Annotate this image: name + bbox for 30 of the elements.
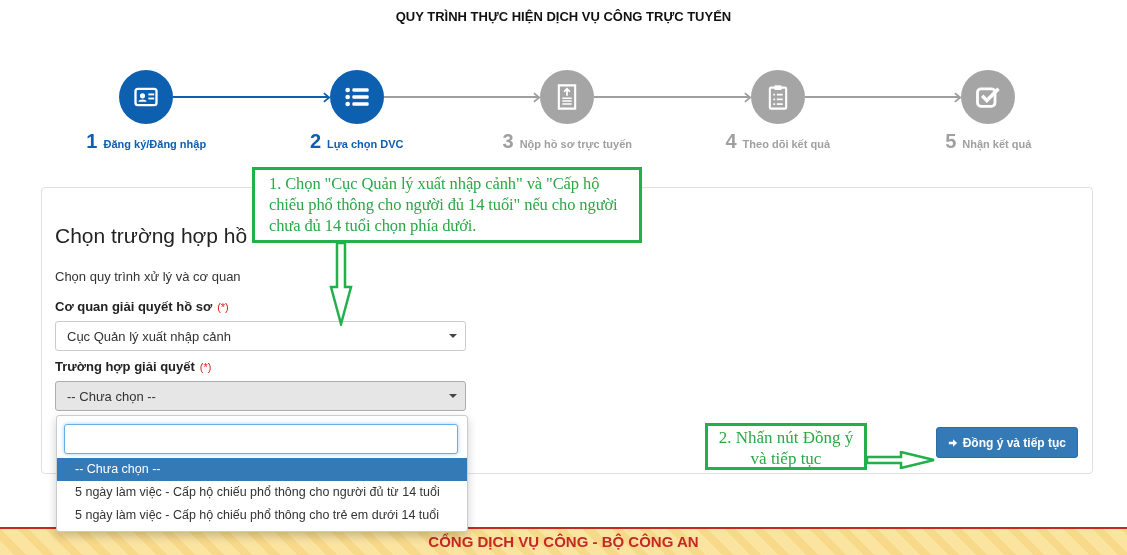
submit-button[interactable]: Đồng ý và tiếp tục xyxy=(935,427,1078,458)
select-field[interactable]: Cục Quản lý xuất nhập cảnh xyxy=(55,321,466,351)
step-circle[interactable] xyxy=(119,70,173,124)
required-mark: (*) xyxy=(217,301,229,313)
dropdown-option[interactable]: 5 ngày làm việc - Cấp hộ chiếu phổ thông cho người đủ từ 14 tuổi xyxy=(57,481,467,504)
field-label: Trường hợp giải quyết xyxy=(55,359,195,374)
dropdown-option[interactable]: -- Chưa chọn -- xyxy=(57,458,467,481)
step-number: 3 xyxy=(502,130,514,153)
step-circle[interactable] xyxy=(329,70,384,124)
required-mark: (*) xyxy=(199,361,212,373)
step-label[interactable]: Đăng ký/Đăng nhập xyxy=(103,138,207,150)
right-arrow xyxy=(866,451,936,469)
form-heading: Chọn trường hợp hồ xyxy=(55,223,248,249)
field-label: Cơ quan giải quyết hồ sơ xyxy=(55,299,213,314)
search-field[interactable] xyxy=(64,424,458,454)
step-number: 2 xyxy=(309,130,322,153)
step-number: 4 xyxy=(725,130,737,153)
caret-icon xyxy=(449,394,457,398)
form-subtitle: Chọn quy trình xử lý và cơ quan xyxy=(55,269,242,285)
step-number: 1 xyxy=(86,130,98,153)
select-field[interactable]: -- Chưa chọn -- xyxy=(55,381,466,411)
step-number: 5 xyxy=(945,130,957,153)
page-title: QUY TRÌNH THỰC HIỆN DỊCH VỤ CÔNG TRỰC TUYẾN xyxy=(394,8,733,25)
step-label[interactable]: Lựa chọn DVC xyxy=(327,138,404,150)
caret-icon xyxy=(449,334,457,338)
arrow-right-icon xyxy=(947,437,958,448)
dropdown-option[interactable]: 5 ngày làm việc - Cấp hộ chiếu phổ thông cho trẻ em dưới 14 tuổi xyxy=(57,504,467,527)
footer-title: CỔNG DỊCH VỤ CÔNG - BỘ CÔNG AN xyxy=(428,533,699,551)
callout-box: 1. Chọn "Cục Quản lý xuất nhập cảnh" và "Cấp hộ chiếu phổ thông cho người đủ 14 tuổi" nếu cho người chưa đủ 14 tuổi chọn phía dưới. xyxy=(252,167,642,243)
callout-box: 2. Nhấn nút Đồng ý và tiếp tục xyxy=(705,423,867,470)
